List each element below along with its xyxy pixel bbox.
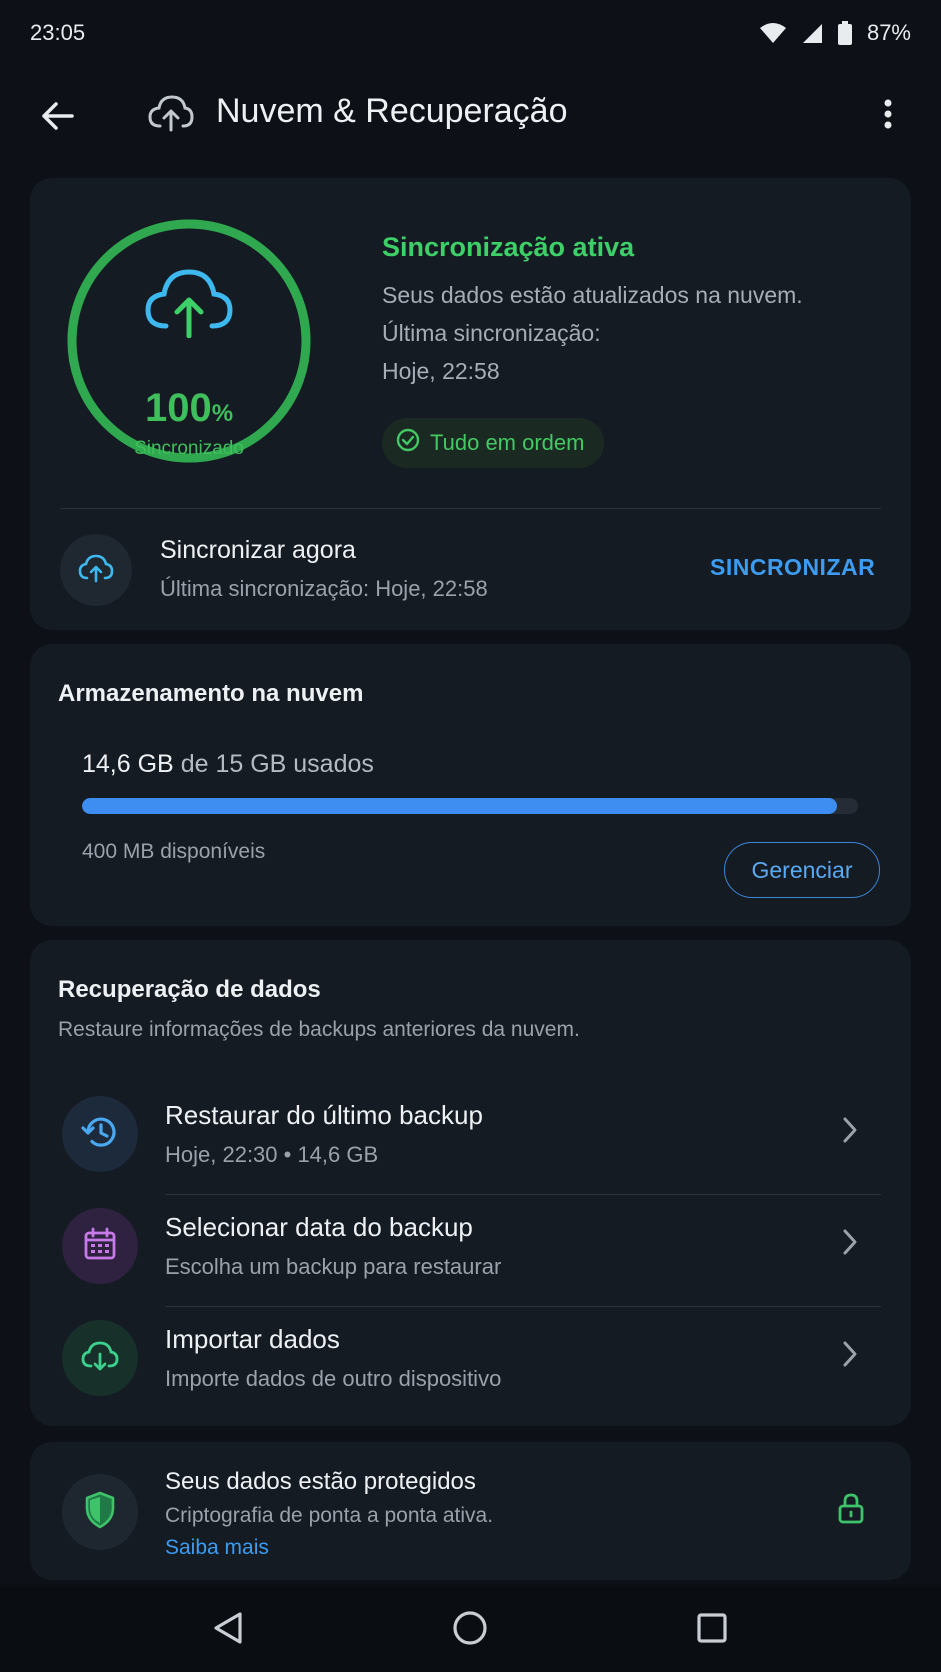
last-sync-value: Hoje, 22:58 — [382, 358, 500, 384]
sync-ring-label: Sincronizado — [134, 438, 244, 459]
import-data-row[interactable]: Importar dados Importe dados de outro di… — [30, 1306, 911, 1418]
shield-icon-wrap — [62, 1474, 138, 1550]
storage-used: 14,6 GB — [82, 750, 174, 778]
history-icon — [80, 1112, 120, 1157]
row-subtitle: Hoje, 22:30 • 14,6 GB — [165, 1142, 379, 1167]
row-subtitle: Importe dados de outro dispositivo — [165, 1366, 502, 1391]
arrow-left-icon — [42, 101, 74, 135]
recovery-title: Recuperação de dados — [58, 976, 321, 1003]
row-title: Importar dados — [165, 1324, 340, 1354]
triangle-back-icon — [212, 1611, 244, 1650]
chevron-right-icon — [842, 1228, 858, 1261]
data-recovery-card: Recuperação de dados Restaure informaçõe… — [30, 940, 911, 1426]
check-circle-icon — [396, 428, 420, 458]
lock-icon — [838, 1492, 864, 1529]
cloud-storage-card: Armazenamento na nuvem 14,6 GB de 15 GB … — [30, 644, 911, 926]
sync-now-button[interactable]: SINCRONIZAR — [710, 554, 875, 581]
protection-subtitle: Criptografia de ponta a ponta ativa. — [165, 1504, 494, 1527]
status-time: 23:05 — [30, 20, 86, 45]
sync-description: Seus dados estão atualizados na nuvem. — [382, 282, 803, 308]
square-recents-icon — [696, 1612, 728, 1649]
sync-now-icon-wrap — [60, 534, 132, 606]
status-bar: 23:05 87% — [0, 0, 941, 66]
row-title: Selecionar data do backup — [165, 1212, 473, 1242]
more-vert-icon — [884, 99, 892, 134]
sync-status-card: 100% Sincronizado Sincronização ativa Se… — [30, 178, 911, 630]
history-icon-wrap — [62, 1096, 138, 1172]
cloud-sync-icon — [148, 92, 194, 137]
sync-percent-unit: % — [211, 400, 234, 427]
storage-total: de 15 GB usados — [180, 750, 374, 778]
data-protection-card: Seus dados estão protegidos Criptografia… — [30, 1442, 911, 1580]
chevron-right-icon — [842, 1340, 858, 1373]
last-sync-label: Última sincronização: — [382, 320, 601, 346]
wifi-icon — [759, 22, 787, 44]
recovery-subtitle: Restaure informações de backups anterior… — [58, 1018, 580, 1041]
divider — [60, 508, 881, 509]
more-options-button[interactable] — [868, 92, 908, 140]
storage-title: Armazenamento na nuvem — [58, 680, 364, 707]
protection-title: Seus dados estão protegidos — [165, 1468, 476, 1495]
battery-level: 87% — [866, 20, 911, 45]
manage-storage-button[interactable]: Gerenciar — [724, 842, 880, 898]
sync-percent: 100% — [66, 386, 312, 431]
calendar-icon — [83, 1227, 117, 1266]
app-bar: Nuvem & Recuperação — [0, 76, 941, 152]
divider — [165, 1194, 881, 1195]
cloud-upload-icon — [78, 553, 114, 588]
row-title: Restaurar do último backup — [165, 1100, 483, 1130]
status-icons: 87% — [759, 20, 911, 46]
battery-icon — [837, 21, 853, 45]
nav-home-button[interactable] — [444, 1604, 496, 1656]
nav-recents-button[interactable] — [686, 1604, 738, 1656]
sync-progress-ring: 100% Sincronizado — [66, 218, 312, 464]
divider — [165, 1306, 881, 1307]
cloud-upload-icon — [144, 266, 234, 343]
shield-icon — [84, 1491, 116, 1534]
circle-home-icon — [452, 1610, 488, 1651]
storage-progress-bar — [82, 798, 858, 814]
signal-icon — [801, 22, 823, 44]
status-badge: Tudo em ordem — [382, 418, 605, 468]
sync-percent-value: 100 — [144, 386, 212, 430]
cloud-download-icon-wrap — [62, 1320, 138, 1396]
storage-usage: 14,6 GB de 15 GB usados — [82, 750, 374, 779]
nav-back-button[interactable] — [202, 1604, 254, 1656]
restore-last-backup-row[interactable]: Restaurar do último backup Hoje, 22:30 •… — [30, 1082, 911, 1194]
sync-status-title: Sincronização ativa — [382, 232, 635, 262]
sync-now-subtitle: Última sincronização: Hoje, 22:58 — [160, 576, 488, 601]
storage-free: 400 MB disponíveis — [82, 840, 266, 863]
chevron-right-icon — [842, 1116, 858, 1149]
cloud-download-icon — [81, 1340, 119, 1377]
page-title: Nuvem & Recuperação — [216, 92, 568, 130]
row-subtitle: Escolha um backup para restaurar — [165, 1254, 502, 1279]
learn-more-link[interactable]: Saiba mais — [165, 1536, 269, 1560]
system-nav-bar — [0, 1586, 941, 1672]
calendar-icon-wrap — [62, 1208, 138, 1284]
select-backup-date-row[interactable]: Selecionar data do backup Escolha um bac… — [30, 1194, 911, 1306]
sync-now-title: Sincronizar agora — [160, 536, 356, 564]
back-button[interactable] — [36, 96, 80, 140]
storage-progress-fill — [82, 798, 838, 814]
status-badge-label: Tudo em ordem — [430, 430, 585, 455]
